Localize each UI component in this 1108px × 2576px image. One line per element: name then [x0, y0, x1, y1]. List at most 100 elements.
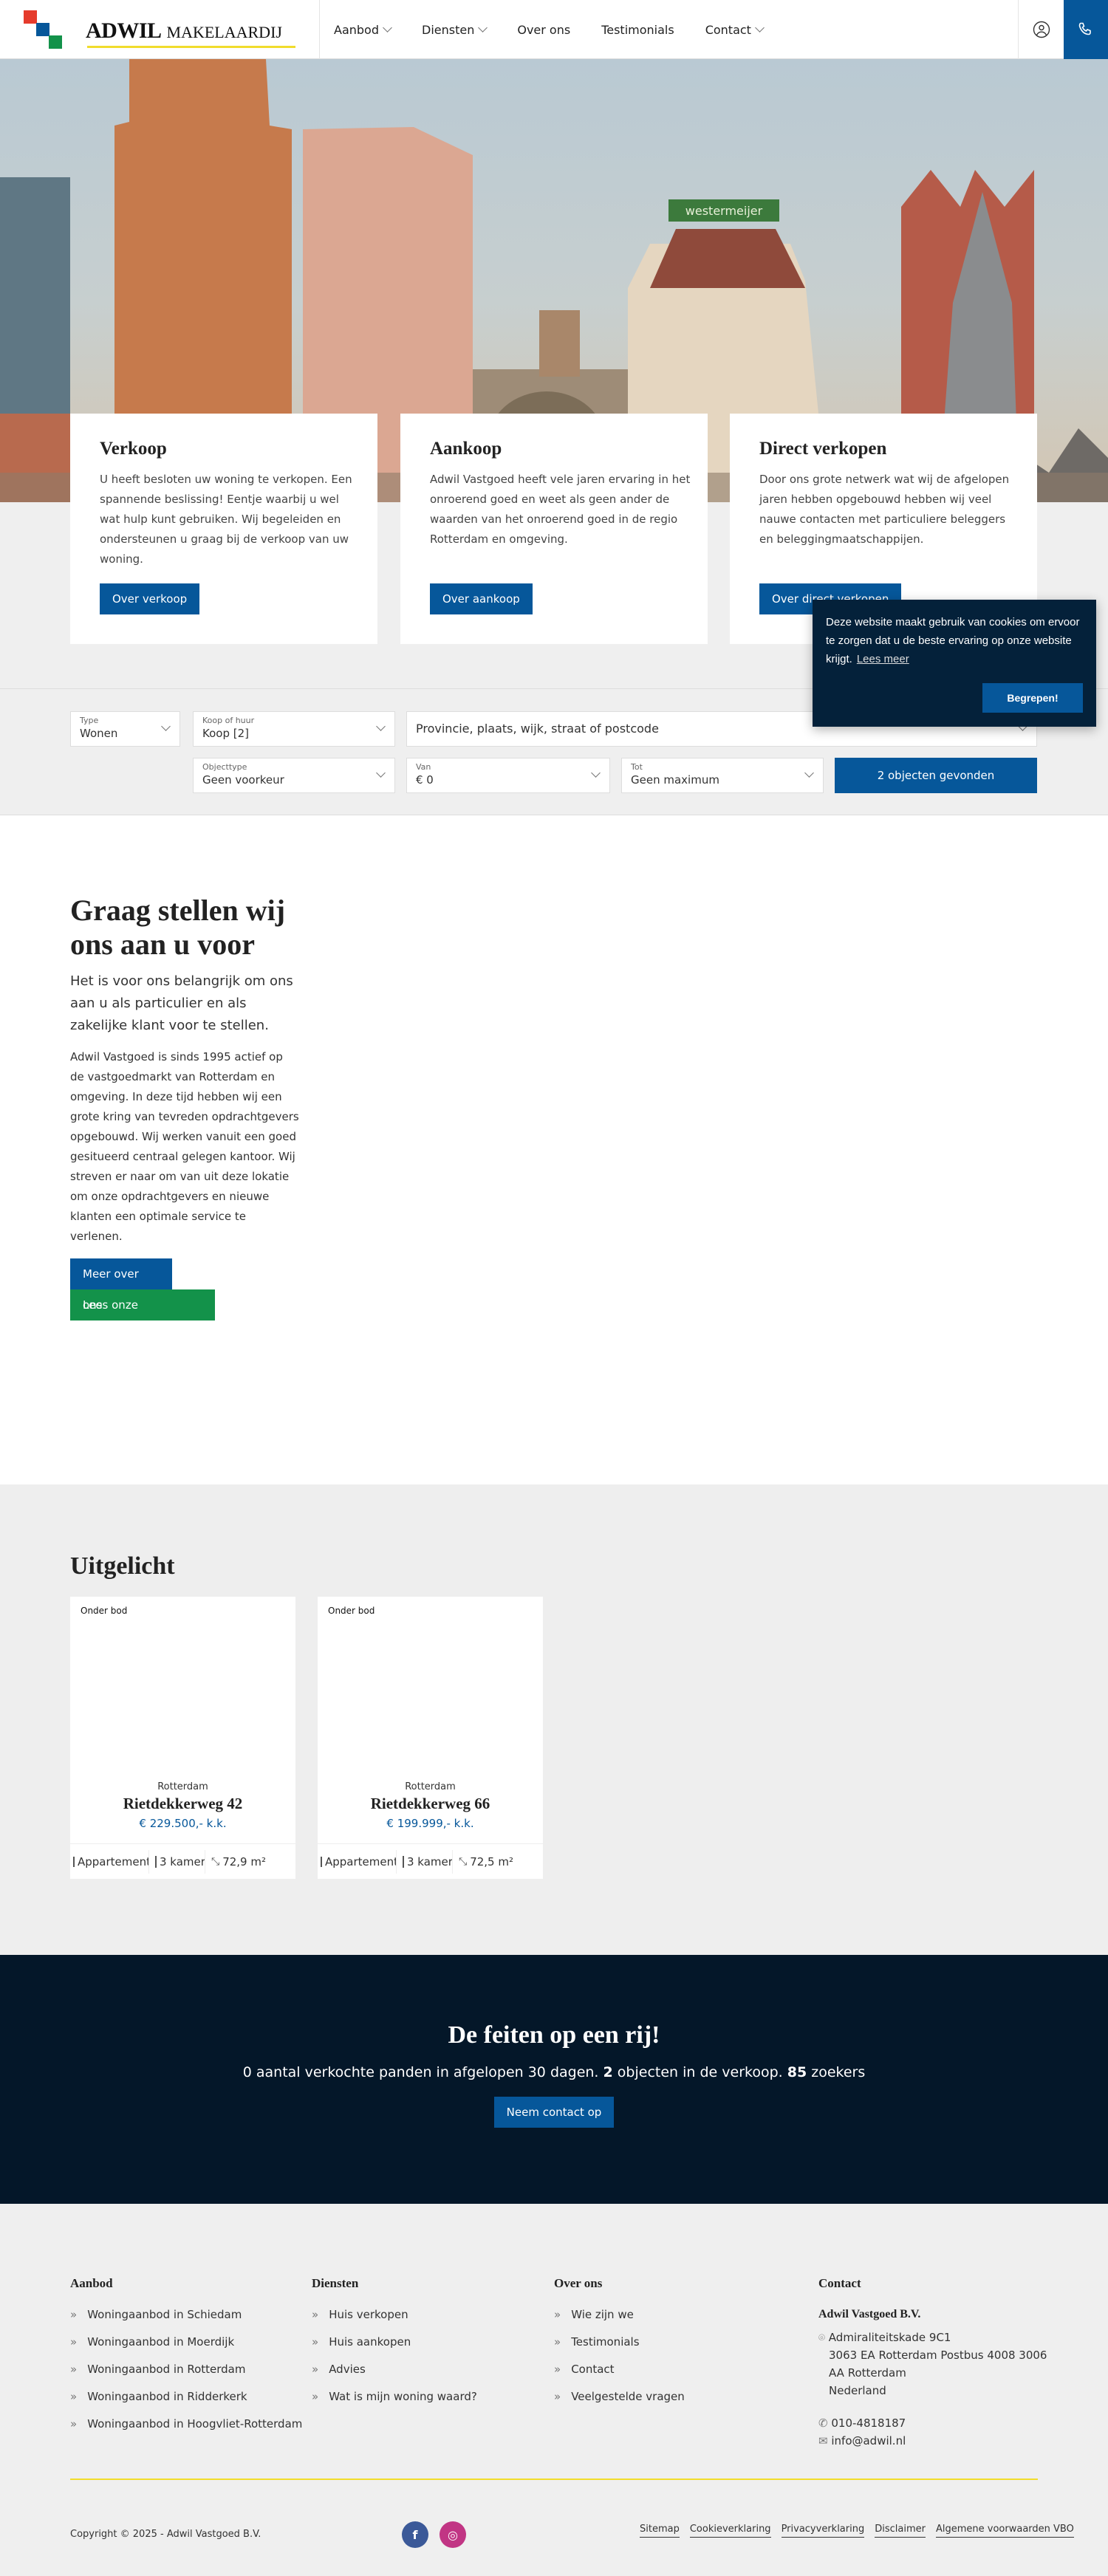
- double-chevron-icon: »: [312, 2308, 319, 2321]
- field-label: Van: [416, 762, 431, 772]
- property-type: Appartement: [70, 1849, 149, 1874]
- property-area: ⤡ 72,9 m²: [211, 1854, 266, 1868]
- over-verkoop-button[interactable]: Over verkoop: [100, 583, 200, 614]
- property-rooms: 3 kamers: [149, 1849, 205, 1874]
- over-aankoop-button[interactable]: Over aankoop: [430, 583, 533, 614]
- property-card[interactable]: Onder bod Rotterdam Rietdekkerweg 66 € 1…: [318, 1597, 543, 1879]
- footer-heading: Contact: [818, 2276, 861, 2290]
- footer-link[interactable]: » Woningaanbod in Ridderkerk: [70, 2390, 302, 2417]
- testimonials-button[interactable]: Lees onze testimonials: [70, 1289, 215, 1343]
- area-icon: ⤡: [459, 1855, 468, 1868]
- footer-link[interactable]: » Huis aankopen: [312, 2335, 477, 2363]
- footer-link[interactable]: » Testimonials: [554, 2335, 685, 2363]
- featured-section: Uitgelicht Onder bod Rotterdam Rietdekke…: [0, 1484, 1108, 1955]
- double-chevron-icon: »: [554, 2335, 561, 2349]
- logo-square-red: [24, 10, 37, 24]
- address-line: ⌾ Admiraliteitskade 9C1: [818, 2331, 951, 2344]
- lees-meer-link[interactable]: Lees meer: [857, 653, 909, 665]
- property-card[interactable]: Onder bod Rotterdam Rietdekkerweg 42 € 2…: [70, 1597, 295, 1879]
- footer-col-contact: Contact Adwil Vastgoed B.V. ⌾ Admiralite…: [818, 2276, 1047, 2450]
- footer-col-diensten: Diensten » Huis verkopen » Huis aankopen »…: [312, 2276, 477, 2417]
- footer-divider: [70, 2479, 1038, 2480]
- footer-link[interactable]: » Veelgestelde vragen: [554, 2390, 685, 2417]
- cookie-text: Deze website maakt gebruik van cookies o…: [826, 616, 1080, 665]
- phone-button[interactable]: [1064, 0, 1108, 59]
- church-tower: [539, 310, 580, 377]
- account-button[interactable]: [1018, 0, 1064, 59]
- footer-col-aanbod: Aanbod » Woningaanbod in Schiedam » Woning…: [70, 2276, 302, 2445]
- phone-icon: ✆: [818, 2416, 828, 2430]
- facebook-icon[interactable]: f: [402, 2521, 428, 2548]
- property-meta: Appartement 3 kamers ⤡72,5 m²: [318, 1843, 543, 1879]
- meer-over-ons-button[interactable]: Meer over ons: [70, 1258, 172, 1312]
- property-rooms: 3 kamers: [397, 1849, 453, 1874]
- field-value: Wonen: [80, 727, 118, 740]
- card-text: Door ons grote netwerk wat wij de afgelo…: [759, 473, 1010, 546]
- field-label: Koop of huur: [202, 716, 255, 725]
- footer-link[interactable]: » Woningaanbod in Hoogvliet-Rotterdam: [70, 2417, 302, 2445]
- nav-diensten[interactable]: Diensten: [422, 23, 488, 37]
- objecttype-select[interactable]: Objecttype Geen voorkeur: [193, 758, 395, 793]
- brand-name: ADWIL MAKELAARDIJ: [86, 18, 282, 43]
- chevron-down-icon: [383, 22, 392, 32]
- koop-huur-select[interactable]: Koop of huur Koop [2]: [193, 711, 395, 747]
- door-icon: [403, 1855, 404, 1868]
- sign-text: westermeijer: [685, 204, 763, 218]
- privacyverklaring-link[interactable]: Privacyverklaring: [781, 2524, 865, 2538]
- contact-button[interactable]: Neem contact op: [493, 2097, 615, 2128]
- facts-title: De feiten op een rij!: [448, 2021, 660, 2049]
- type-select[interactable]: Type Wonen: [70, 711, 180, 747]
- search-results-button[interactable]: 2 objecten gevonden: [835, 758, 1037, 793]
- nav-contact[interactable]: Contact: [705, 23, 765, 37]
- door-icon: [155, 1855, 157, 1868]
- double-chevron-icon: »: [312, 2363, 319, 2376]
- intro-lead: Het is voor ons belangrijk om ons aan u …: [70, 973, 293, 1033]
- field-value: Geen voorkeur: [202, 773, 284, 787]
- double-chevron-icon: »: [554, 2308, 561, 2321]
- cookieverklaring-link[interactable]: Cookieverklaring: [689, 2524, 771, 2538]
- property-city: Rotterdam: [405, 1781, 456, 1792]
- instagram-icon[interactable]: ◎: [440, 2521, 466, 2548]
- featured-title: Uitgelicht: [70, 1552, 175, 1580]
- footer-link[interactable]: » Wie zijn we: [554, 2308, 685, 2335]
- logo-underline: [87, 46, 295, 48]
- mail-icon: ✉: [818, 2434, 828, 2447]
- double-chevron-icon: »: [70, 2363, 78, 2376]
- intro-title: Graag stellen wij ons aan u voor: [70, 894, 286, 961]
- card-title: Verkoop: [100, 439, 167, 459]
- white-house-roof: [650, 229, 805, 288]
- price-from-select[interactable]: Van € 0: [406, 758, 610, 793]
- facts-section: De feiten op een rij! 0 aantal verkochte…: [0, 1955, 1108, 2204]
- nav-over-ons[interactable]: Over ons: [517, 23, 570, 37]
- footer: Aanbod » Woningaanbod in Schiedam » Woning…: [0, 2204, 1108, 2576]
- footer-link[interactable]: » Wat is mijn woning waard?: [312, 2390, 477, 2417]
- intro-body: Adwil Vastgoed is sinds 1995 actief op d…: [70, 1050, 299, 1243]
- service-card-verkoop: Verkoop U heeft besloten uw woning te ve…: [70, 414, 377, 644]
- property-type: Appartement: [318, 1849, 397, 1874]
- double-chevron-icon: »: [70, 2308, 78, 2321]
- address-line: AA Rotterdam: [829, 2366, 906, 2380]
- building-icon: [73, 1856, 75, 1867]
- logo[interactable]: ADWIL MAKELAARDIJ: [22, 10, 295, 52]
- accept-cookies-button[interactable]: Begrepen!: [982, 683, 1083, 713]
- property-area: ⤡ 72,5 m²: [459, 1854, 513, 1868]
- footer-link[interactable]: » Huis verkopen: [312, 2308, 477, 2335]
- price-to-select[interactable]: Tot Geen maximum: [621, 758, 824, 793]
- disclaimer-link[interactable]: Disclaimer: [875, 2524, 926, 2538]
- nav-aanbod[interactable]: Aanbod: [334, 22, 392, 37]
- double-chevron-icon: »: [70, 2335, 78, 2349]
- phone-link[interactable]: ✆ 010-4818187: [818, 2414, 1047, 2432]
- footer-link[interactable]: » Woningaanbod in Rotterdam: [70, 2363, 302, 2390]
- service-card-aankoop: Aankoop Adwil Vastgoed heeft vele jaren …: [400, 414, 708, 644]
- footer-link[interactable]: » Woningaanbod in Schiedam: [70, 2308, 302, 2335]
- sitemap-link[interactable]: Sitemap: [640, 2524, 680, 2538]
- footer-link[interactable]: » Contact: [554, 2363, 685, 2390]
- status-badge: Onder bod: [81, 1606, 128, 1616]
- footer-link[interactable]: » Advies: [312, 2363, 477, 2390]
- algemene-voorwaarden-link[interactable]: Algemene voorwaarden VBO: [935, 2524, 1074, 2538]
- card-text: Adwil Vastgoed heeft vele jaren ervaring…: [430, 473, 691, 546]
- nav-testimonials[interactable]: Testimonials: [601, 23, 674, 37]
- footer-link[interactable]: » Woningaanbod in Moerdijk: [70, 2335, 302, 2363]
- double-chevron-icon: »: [554, 2363, 561, 2376]
- email-link[interactable]: ✉ info@adwil.nl: [818, 2432, 1047, 2450]
